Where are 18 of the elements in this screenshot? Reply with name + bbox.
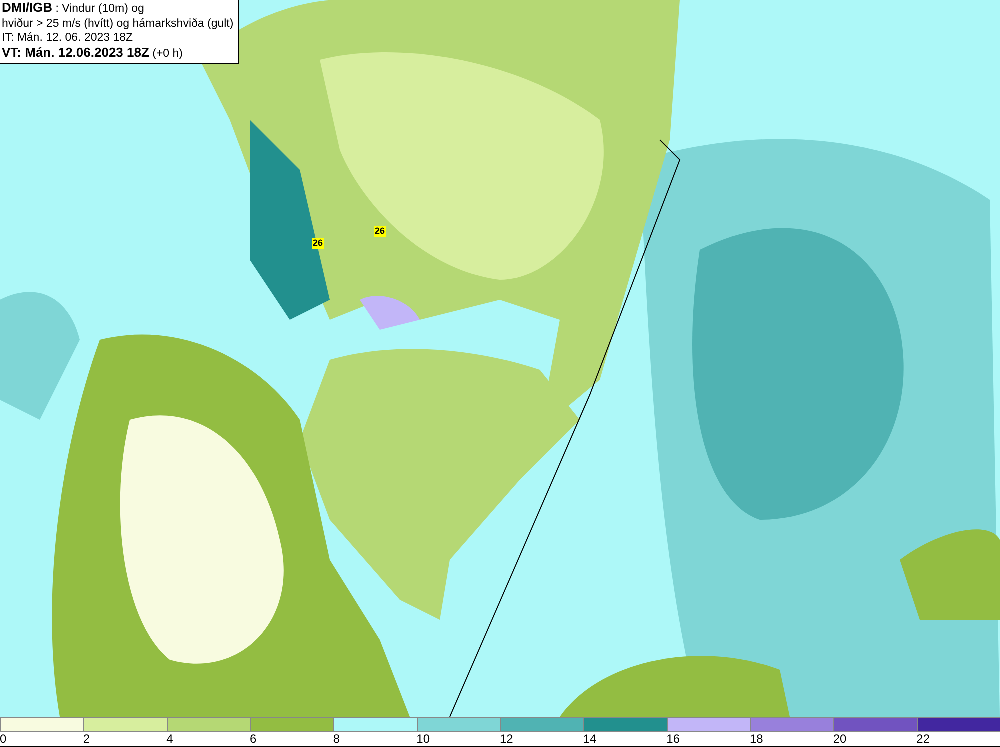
header-text-line: IT: Mán. 12. 06. 2023 18Z [2,31,134,46]
legend-tick-label: 16 [666,732,680,746]
legend-tick-label: 10 [416,732,430,746]
header-text-line: DMI/IGB : Vindur (10m) og [2,1,146,16]
header-text-line: VT: Mán. 12.06.2023 18Z (+0 h) [2,46,184,61]
legend-tick-label: 18 [750,732,764,746]
legend-tick-label: 20 [833,732,847,746]
legend-tick-label: 8 [333,732,340,746]
gust-label: 26 [312,238,324,249]
header-text-line: hviður > 25 m/s (hvítt) og hámarkshviða (gult) [2,16,234,31]
legend-tick-label: 2 [83,732,90,746]
legend-tick-label: 12 [500,732,514,746]
gust-label: 26 [374,226,386,237]
legend-tick-label: 14 [583,732,597,746]
legend-tick-label: 6 [250,732,257,746]
legend-tick-label: 0 [0,732,7,746]
legend-tick-label: 22 [916,732,930,746]
legend-tick-label: 4 [166,732,174,746]
